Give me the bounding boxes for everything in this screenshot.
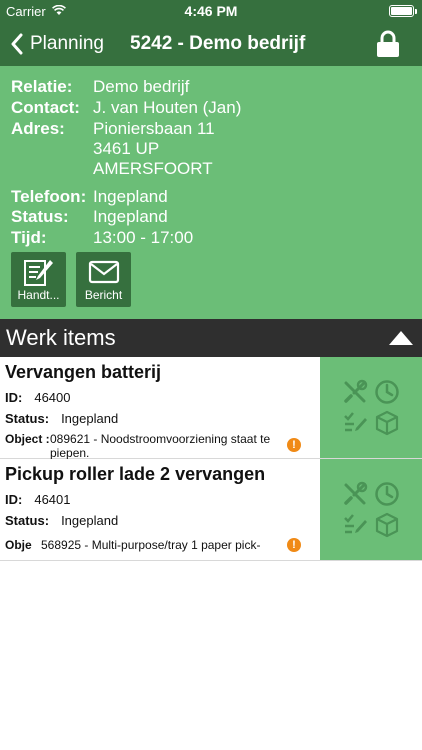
lock-icon[interactable] (376, 30, 400, 58)
adres-line-city: AMERSFOORT (93, 159, 213, 178)
work-item-title: Pickup roller lade 2 vervangen (5, 464, 266, 484)
work-item-status: Status: Ingepland (5, 411, 118, 426)
tools-icon[interactable] (342, 379, 368, 405)
object-value: 089621 - Noodstroomvoorziening staat te … (50, 432, 271, 460)
message-button[interactable]: Bericht (76, 252, 131, 307)
contact-row: Contact: J. van Houten (Jan) (11, 98, 241, 118)
work-item-status: Status: Ingepland (5, 513, 118, 528)
tijd-row: Tijd: 13:00 - 17:00 (11, 228, 193, 248)
navigation-bar: Planning 5242 - Demo bedrijf (0, 22, 422, 66)
adres-value: Pioniersbaan 11 3461 UP AMERSFOORT (93, 119, 215, 179)
object-label: Object : (5, 432, 50, 446)
adres-row: Adres: Pioniersbaan 11 3461 UP AMERSFOOR… (11, 119, 215, 179)
work-item-object: Object : 089621 - Noodstroomvoorziening … (5, 432, 285, 460)
contact-value: J. van Houten (Jan) (93, 98, 242, 117)
id-value: 46401 (34, 492, 71, 507)
adres-line-postcode: 3461 UP (93, 139, 160, 158)
status-label: Status: (11, 207, 69, 226)
battery-icon (389, 5, 417, 17)
status-label: Status: (5, 411, 50, 426)
status-bar: Carrier 4:46 PM (0, 0, 422, 22)
id-label: ID: (5, 492, 23, 507)
package-icon[interactable] (374, 410, 400, 436)
warning-icon: ! (287, 438, 301, 452)
signature-icon (24, 260, 53, 286)
relatie-row: Relatie: Demo bedrijf (11, 77, 189, 97)
work-item-title: Vervangen batterij (5, 362, 162, 382)
work-item-id: ID: 46400 (5, 390, 71, 405)
work-item: Vervangen batterij ID: 46400 Status: Ing… (0, 357, 422, 460)
object-label: Obje (5, 538, 32, 552)
page-title: 5242 - Demo bedrijf (130, 33, 306, 54)
back-button[interactable]: Planning (10, 30, 104, 58)
status-value: Ingepland (93, 207, 168, 226)
telefoon-value: Ingepland (93, 187, 168, 206)
work-item-body[interactable]: Vervangen batterij ID: 46400 Status: Ing… (0, 357, 320, 460)
triangle-up-icon[interactable] (388, 330, 414, 346)
relatie-value: Demo bedrijf (93, 77, 190, 96)
status-label: Status: (5, 513, 50, 528)
chevron-left-icon (11, 33, 23, 55)
contact-label: Contact: (11, 98, 80, 117)
envelope-icon (88, 260, 120, 284)
warning-icon: ! (287, 538, 301, 552)
signature-button[interactable]: Handt... (11, 252, 66, 307)
checklist-icon[interactable] (342, 410, 368, 436)
work-item-actions (320, 357, 422, 458)
empty-list-area (0, 561, 422, 750)
clock-icon[interactable] (374, 481, 400, 507)
back-label: Planning (30, 33, 104, 54)
package-icon[interactable] (374, 512, 400, 538)
message-button-label: Bericht (84, 288, 123, 302)
status-value: Ingepland (61, 411, 119, 426)
status-row: Status: Ingepland (11, 207, 168, 227)
checklist-icon[interactable] (342, 512, 368, 538)
work-items-header: Werk items (0, 319, 422, 357)
work-item-object: Obje 568925 - Multi-purpose/tray 1 paper… (5, 538, 285, 552)
id-value: 46400 (34, 390, 71, 405)
status-value: Ingepland (61, 513, 119, 528)
tools-icon[interactable] (342, 481, 368, 507)
tijd-label: Tijd: (11, 228, 47, 247)
relatie-label: Relatie: (11, 77, 73, 96)
work-item: Pickup roller lade 2 vervangen ID: 46401… (0, 459, 422, 561)
signature-button-label: Handt... (17, 288, 60, 302)
id-label: ID: (5, 390, 23, 405)
clock-time: 4:46 PM (184, 3, 238, 19)
top-bar: Carrier 4:46 PM Planning 5242 - Demo bed… (0, 0, 422, 66)
work-item-body[interactable]: Pickup roller lade 2 vervangen ID: 46401… (0, 459, 320, 560)
object-value: 568925 - Multi-purpose/tray 1 paper pick… (41, 538, 261, 552)
adres-line-street: Pioniersbaan 11 (93, 119, 215, 138)
telefoon-label: Telefoon: (11, 187, 87, 206)
telefoon-row: Telefoon: Ingepland (11, 187, 168, 207)
work-item-id: ID: 46401 (5, 492, 71, 507)
section-title: Werk items (6, 325, 116, 350)
clock-icon[interactable] (374, 379, 400, 405)
adres-label: Adres: (11, 119, 65, 138)
work-item-actions (320, 459, 422, 560)
tijd-value: 13:00 - 17:00 (93, 228, 194, 247)
